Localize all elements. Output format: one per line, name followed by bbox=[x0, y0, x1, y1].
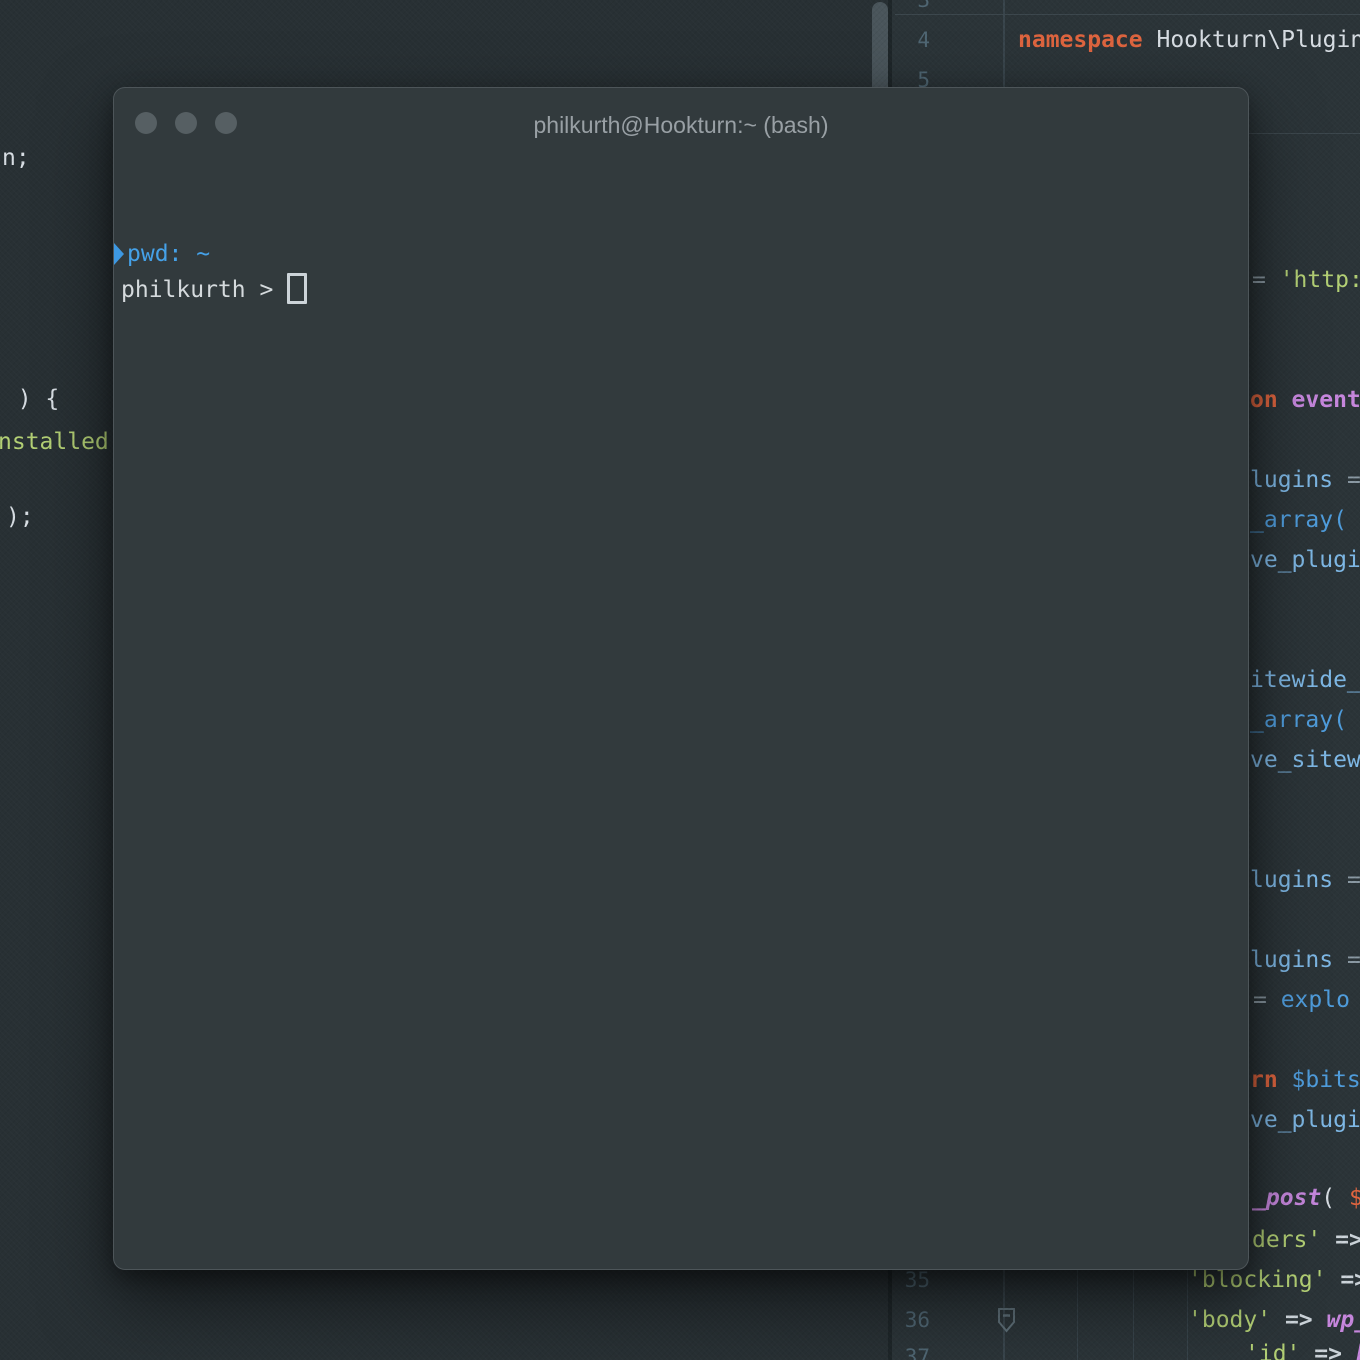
terminal-prompt-line: philkurth > bbox=[114, 273, 307, 307]
code-token: => bbox=[1300, 1341, 1342, 1360]
line-number: 36 bbox=[880, 1300, 930, 1340]
code-token: ve_plugin bbox=[1250, 1107, 1360, 1133]
code-fragment: _array( bbox=[1250, 500, 1347, 540]
code-token: ] ) { bbox=[0, 386, 59, 412]
code-token: nstalled bbox=[0, 429, 109, 455]
code-token: 'body' bbox=[1188, 1307, 1271, 1333]
code-token: lugins bbox=[1250, 467, 1347, 493]
code-token: explo bbox=[1281, 987, 1350, 1013]
terminal-window[interactable]: philkurth@Hookturn:~ (bash) pwd: ~ philk… bbox=[113, 87, 1249, 1270]
code-token: n; bbox=[2, 145, 30, 171]
code-fragment: ); bbox=[6, 497, 34, 537]
line-number: 37 bbox=[880, 1337, 930, 1360]
code-fragment: = 'http: bbox=[1252, 260, 1360, 300]
code-token: _array( bbox=[1250, 707, 1347, 733]
terminal-output-line: pwd: ~ bbox=[114, 237, 210, 271]
code-fragment: lugins = bbox=[1250, 860, 1360, 900]
code-fragment: ve_plugin bbox=[1250, 1100, 1360, 1140]
fold-region-icon[interactable] bbox=[997, 1307, 1017, 1333]
code-token: wp_ bbox=[1313, 1307, 1360, 1333]
code-token: ve_sitew bbox=[1250, 747, 1360, 773]
code-token: ); bbox=[6, 504, 34, 530]
code-fragment: on event bbox=[1250, 380, 1360, 420]
screenshot-root: 345353637 n;] ) {nstalled); namespace Ho… bbox=[0, 0, 1360, 1360]
code-token: namespace bbox=[1018, 27, 1143, 53]
code-token: itewide_ bbox=[1250, 667, 1360, 693]
code-token: = bbox=[1347, 947, 1360, 973]
code-token: => bbox=[1321, 1227, 1360, 1253]
code-token: ve_plugi bbox=[1250, 547, 1360, 573]
terminal-prompt-text: philkurth > bbox=[121, 277, 273, 303]
code-token: event bbox=[1292, 387, 1360, 413]
terminal-output-text: pwd: ~ bbox=[127, 241, 210, 267]
code-fragment: ders' => bbox=[1252, 1220, 1360, 1260]
code-token: => bbox=[1326, 1267, 1360, 1293]
code-fragment: rn $bits[ bbox=[1250, 1060, 1360, 1100]
code-token: Hookturn\Plugin bbox=[1143, 27, 1360, 53]
code-token: $ bbox=[1349, 1185, 1360, 1211]
code-token: ders' bbox=[1252, 1227, 1321, 1253]
terminal-window-title: philkurth@Hookturn:~ (bash) bbox=[114, 112, 1248, 139]
code-fragment: ve_sitew bbox=[1250, 740, 1360, 780]
code-token: _post bbox=[1252, 1185, 1321, 1211]
code-fragment: _array( bbox=[1250, 700, 1347, 740]
code-fragment: itewide_ bbox=[1250, 660, 1360, 700]
code-token: rn bbox=[1250, 1067, 1292, 1093]
code-token: = bbox=[1347, 867, 1360, 893]
method-separator-line bbox=[895, 14, 1360, 15]
code-token: h bbox=[1342, 1341, 1360, 1360]
code-token: = bbox=[1253, 987, 1281, 1013]
terminal-cursor bbox=[287, 273, 307, 304]
code-fragment: 'id' => h bbox=[1245, 1334, 1360, 1360]
code-fragment: ] ) { bbox=[0, 379, 59, 419]
code-fragment: _post( $ bbox=[1252, 1178, 1360, 1218]
code-token: lugins bbox=[1250, 947, 1347, 973]
code-token: 'id' bbox=[1245, 1341, 1300, 1360]
code-token: on bbox=[1250, 387, 1292, 413]
code-token: => bbox=[1271, 1307, 1313, 1333]
code-fragment: n; bbox=[2, 138, 30, 178]
code-fragment: = explo bbox=[1253, 980, 1350, 1020]
code-fragment: lugins = bbox=[1250, 940, 1360, 980]
code-token: lugins bbox=[1250, 867, 1347, 893]
code-token: 'http: bbox=[1280, 267, 1360, 293]
prompt-arrow-icon bbox=[114, 243, 124, 265]
code-fragment: lugins = bbox=[1250, 460, 1360, 500]
code-fragment: namespace Hookturn\Plugin bbox=[1018, 20, 1360, 60]
code-token: ( bbox=[1321, 1185, 1349, 1211]
line-number: 3 bbox=[880, 0, 930, 20]
code-token: 'blocking' bbox=[1188, 1267, 1326, 1293]
code-token: _array( bbox=[1250, 507, 1347, 533]
line-number: 4 bbox=[880, 20, 930, 60]
terminal-content[interactable]: pwd: ~ philkurth > bbox=[114, 154, 1248, 1269]
code-token: $bits[ bbox=[1292, 1067, 1360, 1093]
code-token: = bbox=[1347, 467, 1360, 493]
code-fragment: ve_plugi bbox=[1250, 540, 1360, 580]
code-token: = bbox=[1252, 267, 1280, 293]
terminal-titlebar[interactable]: philkurth@Hookturn:~ (bash) bbox=[114, 88, 1248, 154]
code-fragment: nstalled bbox=[0, 422, 109, 462]
